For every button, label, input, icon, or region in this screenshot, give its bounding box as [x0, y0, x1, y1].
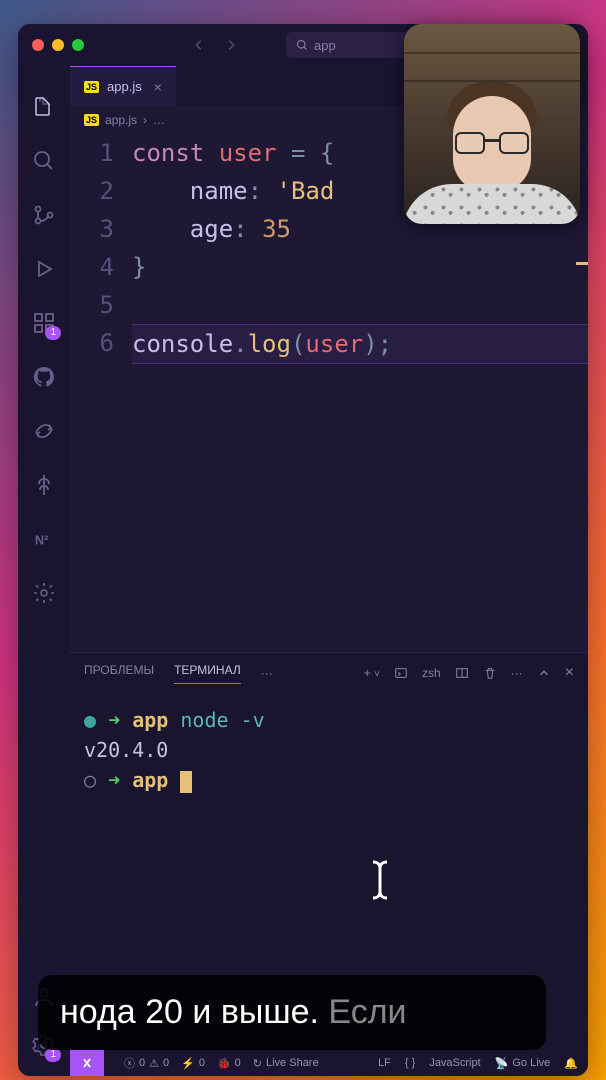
status-bar: ⓧ 0 ⚠ 0 ⚡ 0 🐞 0 ↻ Live Share LF { } Java… [70, 1050, 588, 1076]
activity-bar: 1 N² 1 [18, 66, 70, 1076]
js-file-icon: JS [84, 81, 99, 93]
caption-dim: Если [328, 993, 406, 1031]
remote-ext-icon[interactable] [31, 418, 57, 444]
subtitle-caption: нода 20 и выше. Если [38, 975, 546, 1050]
minimap-marker [576, 262, 588, 265]
line-gutter: 123456 [70, 134, 132, 652]
panel-more2-icon[interactable]: ··· [511, 666, 523, 680]
breadcrumb-file: app.js [105, 113, 137, 127]
shell-label: zsh [422, 666, 441, 680]
numbering-icon[interactable]: N² [31, 526, 57, 552]
sb-eol[interactable]: LF [378, 1057, 391, 1069]
terminal-line: ○ ➜ app [84, 765, 574, 795]
sb-golive[interactable]: 📡 Go Live [495, 1057, 551, 1070]
chevron-up-icon[interactable] [537, 666, 551, 680]
panel-tab-problems[interactable]: ПРОБЛЕМЫ [84, 663, 154, 683]
tree-icon[interactable] [31, 472, 57, 498]
nav-back-icon[interactable] [192, 38, 206, 52]
terminal-profile-icon[interactable] [394, 666, 408, 680]
search-icon [296, 39, 308, 51]
webcam-overlay [404, 24, 580, 224]
text-cursor-icon [365, 858, 395, 902]
trash-icon[interactable] [483, 666, 497, 680]
tab-label: app.js [107, 79, 142, 94]
panel-tab-terminal[interactable]: ТЕРМИНАЛ [174, 663, 241, 684]
nav-forward-icon[interactable] [224, 38, 238, 52]
sb-bracket[interactable]: { } [405, 1057, 415, 1069]
new-terminal-icon[interactable]: + ˅ [364, 666, 380, 680]
manage-badge: 1 [45, 1048, 61, 1062]
close-panel-icon[interactable]: × [565, 664, 574, 682]
traffic-lights [32, 39, 84, 51]
search-text: app [314, 38, 336, 53]
breadcrumb-more: … [153, 113, 165, 127]
source-control-icon[interactable] [31, 202, 57, 228]
minimize-window-button[interactable] [52, 39, 64, 51]
extensions-badge: 1 [45, 326, 61, 340]
remote-button[interactable] [70, 1050, 104, 1076]
sb-ports[interactable]: ⚡ 0 [181, 1057, 205, 1070]
nav-arrows [192, 38, 238, 52]
sb-debug[interactable]: 🐞 0 [217, 1057, 241, 1070]
split-terminal-icon[interactable] [455, 666, 469, 680]
sb-language[interactable]: JavaScript [429, 1057, 480, 1069]
tab-app-js[interactable]: JS app.js × [70, 66, 176, 106]
sb-bell-icon[interactable]: 🔔 [564, 1057, 578, 1070]
panel-more-icon[interactable]: ··· [261, 666, 273, 680]
js-file-icon: JS [84, 114, 99, 126]
run-debug-icon[interactable] [31, 256, 57, 282]
svg-text:N²: N² [35, 533, 49, 548]
terminal-cursor [180, 771, 192, 793]
search-activity-icon[interactable] [31, 148, 57, 174]
maximize-window-button[interactable] [72, 39, 84, 51]
close-window-button[interactable] [32, 39, 44, 51]
terminal-line: ● ➜ app node -v [84, 705, 574, 735]
sb-liveshare[interactable]: ↻ Live Share [253, 1057, 319, 1070]
settings-gear-icon[interactable] [31, 580, 57, 606]
caption-text: нода 20 и выше. [60, 993, 328, 1031]
breadcrumb-sep: › [143, 113, 147, 127]
close-tab-icon[interactable]: × [154, 79, 162, 95]
explorer-icon[interactable] [31, 94, 57, 120]
terminal-line: v20.4.0 [84, 735, 574, 765]
github-icon[interactable] [31, 364, 57, 390]
sb-errors[interactable]: ⓧ 0 ⚠ 0 [124, 1055, 169, 1071]
